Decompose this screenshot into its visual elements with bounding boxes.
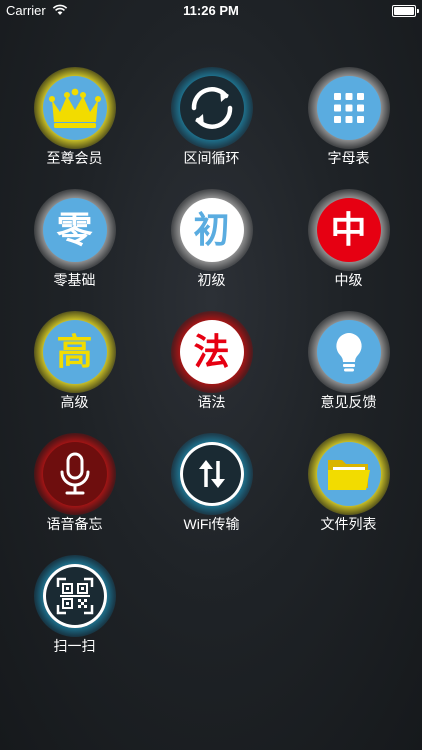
tile-feedback[interactable]: 意见反馈	[280, 311, 417, 439]
grid-icon	[316, 76, 381, 140]
tile-label: 高级	[60, 394, 89, 410]
tile-beginner[interactable]: 初 初级	[143, 189, 280, 317]
status-bar: Carrier 11:26 PM	[0, 0, 422, 22]
feature-grid: 至尊会员 区间循环 字母表 零 零基础 初 初级 中 中级 高 高级 法 语法 …	[6, 67, 417, 683]
tile-voice-memo[interactable]: 语音备忘	[6, 433, 143, 561]
zhong-character-icon: 中	[316, 198, 381, 262]
tile-label: 语法	[197, 394, 226, 410]
tile-zero-basics[interactable]: 零 零基础	[6, 189, 143, 317]
qr-scan-icon	[42, 564, 107, 628]
crown-icon	[42, 76, 107, 140]
folder-icon	[316, 442, 381, 506]
tile-label: 字母表	[327, 150, 370, 166]
tile-label: 语音备忘	[46, 516, 103, 532]
tile-intermediate[interactable]: 中 中级	[280, 189, 417, 317]
tile-file-list[interactable]: 文件列表	[280, 433, 417, 561]
tile-wifi-transfer[interactable]: WiFi传输	[143, 433, 280, 561]
tile-label: 意见反馈	[320, 394, 377, 410]
fa-character-icon: 法	[179, 320, 244, 384]
lightbulb-icon	[316, 320, 381, 384]
tile-alphabet[interactable]: 字母表	[280, 67, 417, 195]
tile-label: 零基础	[53, 272, 96, 288]
tile-label: 中级	[334, 272, 363, 288]
tile-advanced[interactable]: 高 高级	[6, 311, 143, 439]
tile-label: WiFi传输	[183, 516, 240, 532]
gao-character-icon: 高	[42, 320, 107, 384]
tile-label: 至尊会员	[46, 150, 103, 166]
chu-character-icon: 初	[179, 198, 244, 262]
tile-label: 文件列表	[320, 516, 377, 532]
ling-character-icon: 零	[42, 198, 107, 262]
tile-grammar[interactable]: 法 语法	[143, 311, 280, 439]
battery-icon	[392, 5, 419, 17]
tile-scan[interactable]: 扫一扫	[6, 555, 143, 683]
tile-vip-membership[interactable]: 至尊会员	[6, 67, 143, 195]
microphone-icon	[42, 442, 107, 506]
tile-label: 初级	[197, 272, 226, 288]
clock: 11:26 PM	[183, 3, 239, 18]
tile-section-loop[interactable]: 区间循环	[143, 67, 280, 195]
loop-icon	[179, 76, 244, 140]
transfer-arrows-icon	[179, 442, 244, 506]
tile-label: 扫一扫	[53, 638, 96, 654]
tile-label: 区间循环	[183, 150, 240, 166]
